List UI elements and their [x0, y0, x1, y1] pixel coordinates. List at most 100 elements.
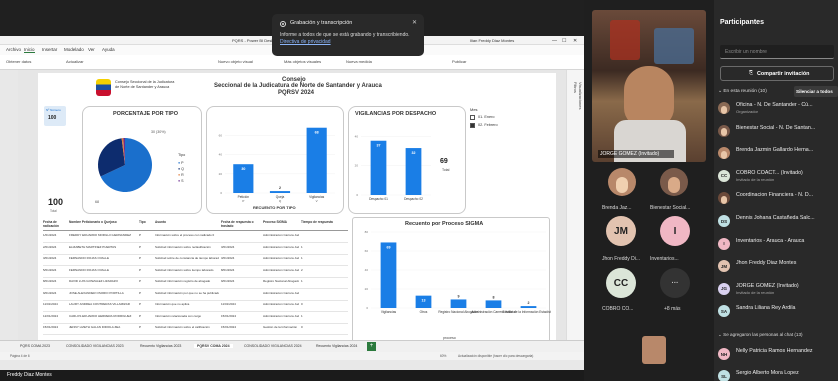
in-meeting-group[interactable]: ⌄ En esta reunión (10) [718, 89, 767, 94]
pie-legend-item[interactable]: ● R [178, 173, 184, 177]
table-row[interactable]: 11/01/2024 LAURY ANDREA CONTRERAS VILLAMI… [43, 301, 348, 312]
visualizations-pane-tab[interactable]: Visualizaciones [578, 82, 583, 110]
table-row[interactable]: 12/01/2024 CARLOS EDUARDO HERRERA RODRIGU… [43, 313, 348, 324]
close-notice-icon[interactable]: ✕ [412, 19, 417, 26]
pie-legend-item[interactable]: ● P [178, 161, 184, 165]
mute-all-button[interactable]: Silenciar a todos [794, 86, 838, 97]
table-row[interactable]: 2/01/2024 ELIZABETH MARTINEZ PUERTAS P Soli… [43, 244, 348, 255]
table-header[interactable]: Proceso SIGMA [263, 220, 299, 224]
ribbon-refresh[interactable]: Actualizar [66, 59, 84, 64]
month-option-jan[interactable]: 01. Enero [478, 115, 494, 119]
more-participants-avatar[interactable]: ··· [660, 268, 690, 298]
table-header[interactable]: Tiempo de respuesta [301, 220, 335, 224]
participant-photo[interactable] [608, 168, 636, 196]
pie-legend-item[interactable]: ● Q [178, 167, 184, 171]
status-zoom[interactable]: 60% [440, 354, 446, 358]
month-checkbox-feb[interactable] [470, 123, 475, 128]
table-header[interactable]: Asunto [155, 220, 219, 224]
bar[interactable] [485, 300, 502, 308]
table-header[interactable]: Fecha de respuesta o traslado [221, 220, 261, 228]
participant-search-input[interactable]: Escribir un nombre [720, 45, 834, 59]
chat-participant-row[interactable]: NH Nelly Patricia Ramos Hernandez [718, 346, 838, 363]
privacy-link[interactable]: Directiva de privacidad [280, 39, 331, 45]
participant-row[interactable]: SA Sandra Liliana Rey Ardila [718, 303, 838, 320]
participant-row[interactable]: Oficina - N. De Santander - Cú... Organiz… [718, 100, 838, 117]
table-header[interactable]: Tipo [139, 220, 151, 224]
ribbon-more-visuals[interactable]: Más objetos visuales [284, 59, 321, 64]
table-cell: Administracion Carrera Judicial [263, 302, 299, 306]
participant-name: COBRO COACT... (Invitado) [736, 169, 803, 176]
participant-row[interactable]: Bienestar Social - N. De Santan... [718, 123, 838, 140]
page-tab-active[interactable]: PQRSV COMA 2024 [194, 344, 233, 348]
menu-item[interactable]: Ayuda [102, 47, 115, 52]
page-tab[interactable]: CONSOLIDADO VIGILANCIAS 2023 [66, 344, 124, 348]
ribbon-new-visual[interactable]: Nuevo objeto visual [218, 59, 253, 64]
participant-row[interactable]: Coordinacion Financiera - N. D... [718, 190, 838, 207]
self-view[interactable] [642, 336, 666, 364]
sigma-bar-chart: 02040608069Vigilancias13Otros9Registro N… [365, 230, 551, 314]
participant-row[interactable]: Brenda Jazmin Gallardo Herna... [718, 145, 838, 162]
status-bar: Página 4 de 6 60% Actualización disponib… [0, 352, 584, 360]
menu-item[interactable]: Insertar [42, 47, 57, 52]
menu-item[interactable]: Archivo [6, 47, 21, 52]
participant-row[interactable]: JG JORGE GOMEZ (Invitado) Invitado de la r… [718, 281, 838, 298]
chat-participant-row[interactable]: SL Sergio Alberto Mora Lopez [718, 368, 838, 381]
participant-avatar[interactable]: JM [606, 216, 636, 246]
menu-item[interactable]: Modelado [64, 47, 84, 52]
status-update[interactable]: Actualización disponible (hacer clic par… [458, 354, 533, 358]
bar[interactable] [380, 242, 397, 308]
bar[interactable] [269, 191, 291, 193]
pie-data-label: 68 [95, 200, 99, 204]
participant-photo[interactable] [660, 168, 688, 196]
y-tick-label: 0 [356, 193, 358, 197]
month-checkbox-jan[interactable] [470, 115, 475, 120]
more-participants-label[interactable]: +8 más [664, 306, 704, 312]
participant-row[interactable]: I Inventarios - Arauca - Arauca [718, 236, 838, 253]
participant-avatar: SA [718, 305, 730, 318]
table-row[interactable]: 3/01/2024 FERNANDO ROJAS OVALLE P Solicitud… [43, 255, 348, 266]
table-cell: Administracion Carrera Judicial [263, 290, 299, 295]
bar-value-label: 32 [412, 151, 416, 155]
table-row[interactable]: 8/01/2024 DAVID LUIS GONZALEZ LIZARAZO P So… [43, 278, 348, 289]
y-tick-label: 20 [365, 287, 369, 291]
participant-row[interactable]: CC COBRO COACT... (Invitado) Invitado de l… [718, 168, 838, 185]
participant-avatar[interactable]: CC [606, 268, 636, 298]
table-row[interactable]: 15/01/2024 JENNY LIZETH GALAN DIDIOLA ZEA… [43, 324, 348, 335]
participant-row[interactable]: DS Dennis Johana Castañeda Salc... [718, 213, 838, 230]
chat-group[interactable]: ⌄ Se agregaron las personas al chat (13) [718, 332, 803, 338]
menu-item[interactable]: Inicio [24, 47, 35, 53]
table-cell: P [139, 290, 142, 295]
bar[interactable] [405, 148, 422, 195]
menu-item[interactable]: Ver [88, 47, 95, 52]
participant-row[interactable]: JM Jhon Freddy Diaz Montes [718, 258, 838, 275]
share-invite-button[interactable]: ⎘ Compartir invitación [720, 66, 834, 81]
pie-legend-item[interactable]: ● S [178, 179, 184, 183]
table-row[interactable]: 1/01/2024 FREDDY EDUARDO MORILLO HERNANDE… [43, 232, 348, 243]
close-icon[interactable]: ✕ [573, 38, 577, 44]
table-header[interactable]: Fecha de radicación [43, 220, 67, 228]
ribbon-publish[interactable]: Publicar [452, 59, 466, 64]
participant-avatar[interactable]: I [660, 216, 690, 246]
table-header[interactable]: Nombre Peticionario o Quejoso [69, 220, 137, 224]
table-cell: 9/01/2024 [43, 290, 57, 295]
participants-title: Participantes [720, 19, 764, 26]
page-tab[interactable]: CONSOLIDADO VIGILANCIAS 2024 [244, 344, 302, 348]
table-cell: FERNANDO ROJAS OVALLE [69, 267, 109, 272]
video-gallery: JORGE GOMEZ (Invitado) Brenda Jaz... Bie… [584, 0, 714, 381]
ribbon-new-measure[interactable]: Nueva medida [346, 59, 372, 64]
table-row[interactable]: 5/01/2024 FERNANDO ROJAS OVALLE P Solicitud… [43, 267, 348, 278]
add-page-button[interactable]: + [367, 342, 376, 351]
bar[interactable] [450, 299, 467, 308]
video-tile-main[interactable]: JORGE GOMEZ (Invitado) [592, 10, 706, 162]
month-option-feb[interactable]: 02. Febrero [478, 123, 498, 127]
page-tab[interactable]: PQRS COMA 2023 [20, 344, 50, 348]
bar[interactable] [520, 306, 537, 308]
table-row[interactable]: 9/01/2024 JOSE ALEXANDER OSORIO PORTILLA P… [43, 290, 348, 301]
page-tab[interactable]: Recuento Vigilancias 2024 [316, 344, 357, 348]
maximize-icon[interactable]: ☐ [562, 38, 566, 44]
page-tab[interactable]: Recuento Vigilancias 2023 [140, 344, 181, 348]
ribbon-get-data[interactable]: Obtener datos [6, 59, 31, 64]
bar[interactable] [306, 127, 327, 193]
minimize-icon[interactable]: — [552, 38, 557, 44]
bar[interactable] [370, 140, 387, 195]
